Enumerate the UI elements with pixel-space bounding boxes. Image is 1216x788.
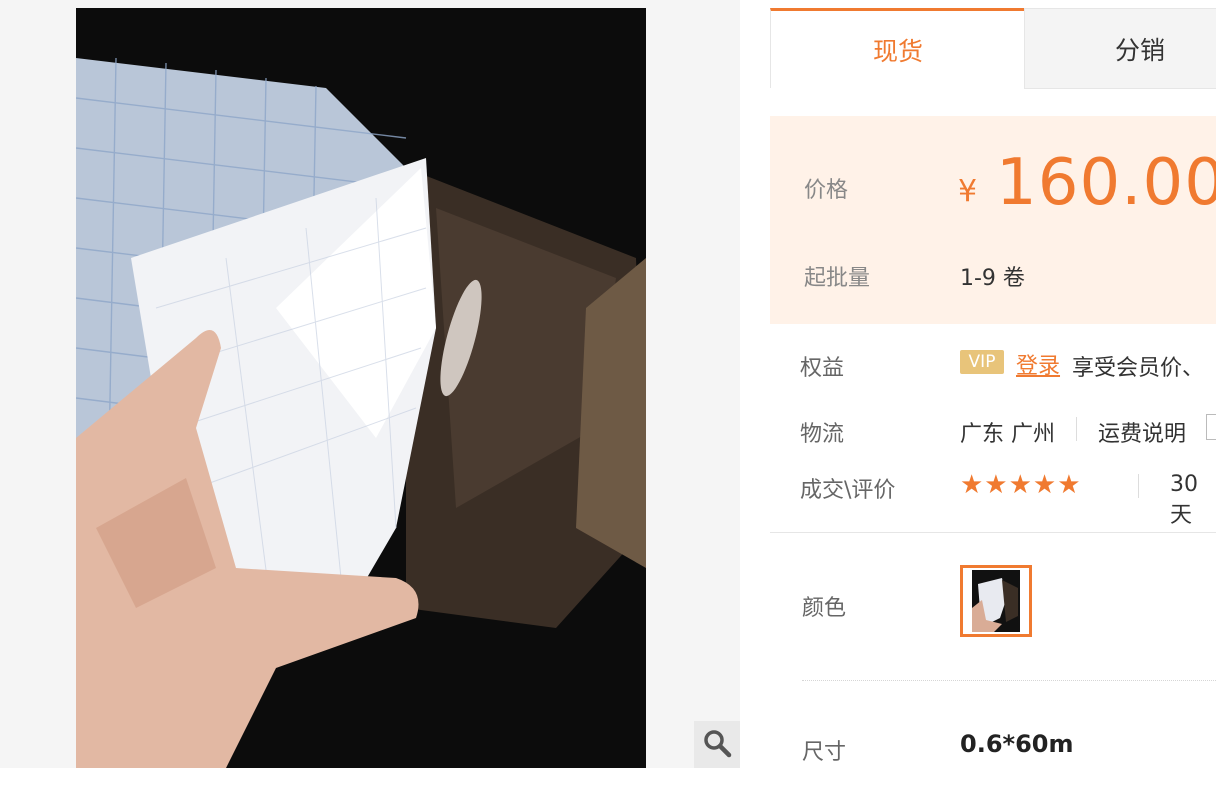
color-option-thumbnail [972, 570, 1020, 632]
moq-value: 1-9 卷 [960, 266, 1025, 291]
product-gallery [0, 0, 740, 768]
trade-label: 成交\评价 [800, 478, 896, 503]
color-label: 颜色 [802, 596, 847, 621]
rating-stars: ★★★★★ [960, 470, 1082, 500]
currency-symbol: ¥ [958, 174, 978, 209]
shipping-location: 广东 广州 [960, 422, 1055, 447]
purchase-tabs: 现货 分销 [770, 8, 1216, 89]
price-label: 价格 [804, 178, 849, 203]
price-value: 160.00 [996, 146, 1216, 220]
logistics-label: 物流 [800, 422, 845, 447]
vip-badge: VIP [960, 350, 1004, 374]
logistics-divider [1076, 417, 1077, 441]
login-link[interactable]: 登录 [1016, 348, 1060, 380]
size-value: 0.6*60m [960, 730, 1074, 758]
benefits-label: 权益 [800, 356, 845, 381]
section-divider [770, 532, 1216, 533]
tab-spot[interactable]: 现货 [770, 8, 1025, 88]
tab-distribution[interactable]: 分销 [1024, 8, 1216, 89]
freight-info-link[interactable]: 运费说明 [1098, 416, 1186, 448]
size-label: 尺寸 [802, 740, 847, 765]
dotted-divider [802, 680, 1216, 681]
benefits-text: 享受会员价、 [1072, 356, 1205, 381]
purchase-panel: 现货 分销 价格 ¥ 160.00 起批量 1-9 卷 权益 VIP 登录 享受… [770, 0, 1216, 788]
zoom-button[interactable] [694, 721, 740, 768]
moq-label: 起批量 [804, 266, 871, 291]
product-main-image[interactable] [76, 8, 646, 768]
freight-calculator-box[interactable] [1206, 414, 1216, 440]
color-option-swatch[interactable] [960, 565, 1032, 637]
magnifier-icon [702, 728, 732, 762]
trade-divider [1138, 474, 1139, 498]
sales-volume: 30天 [1170, 472, 1198, 528]
